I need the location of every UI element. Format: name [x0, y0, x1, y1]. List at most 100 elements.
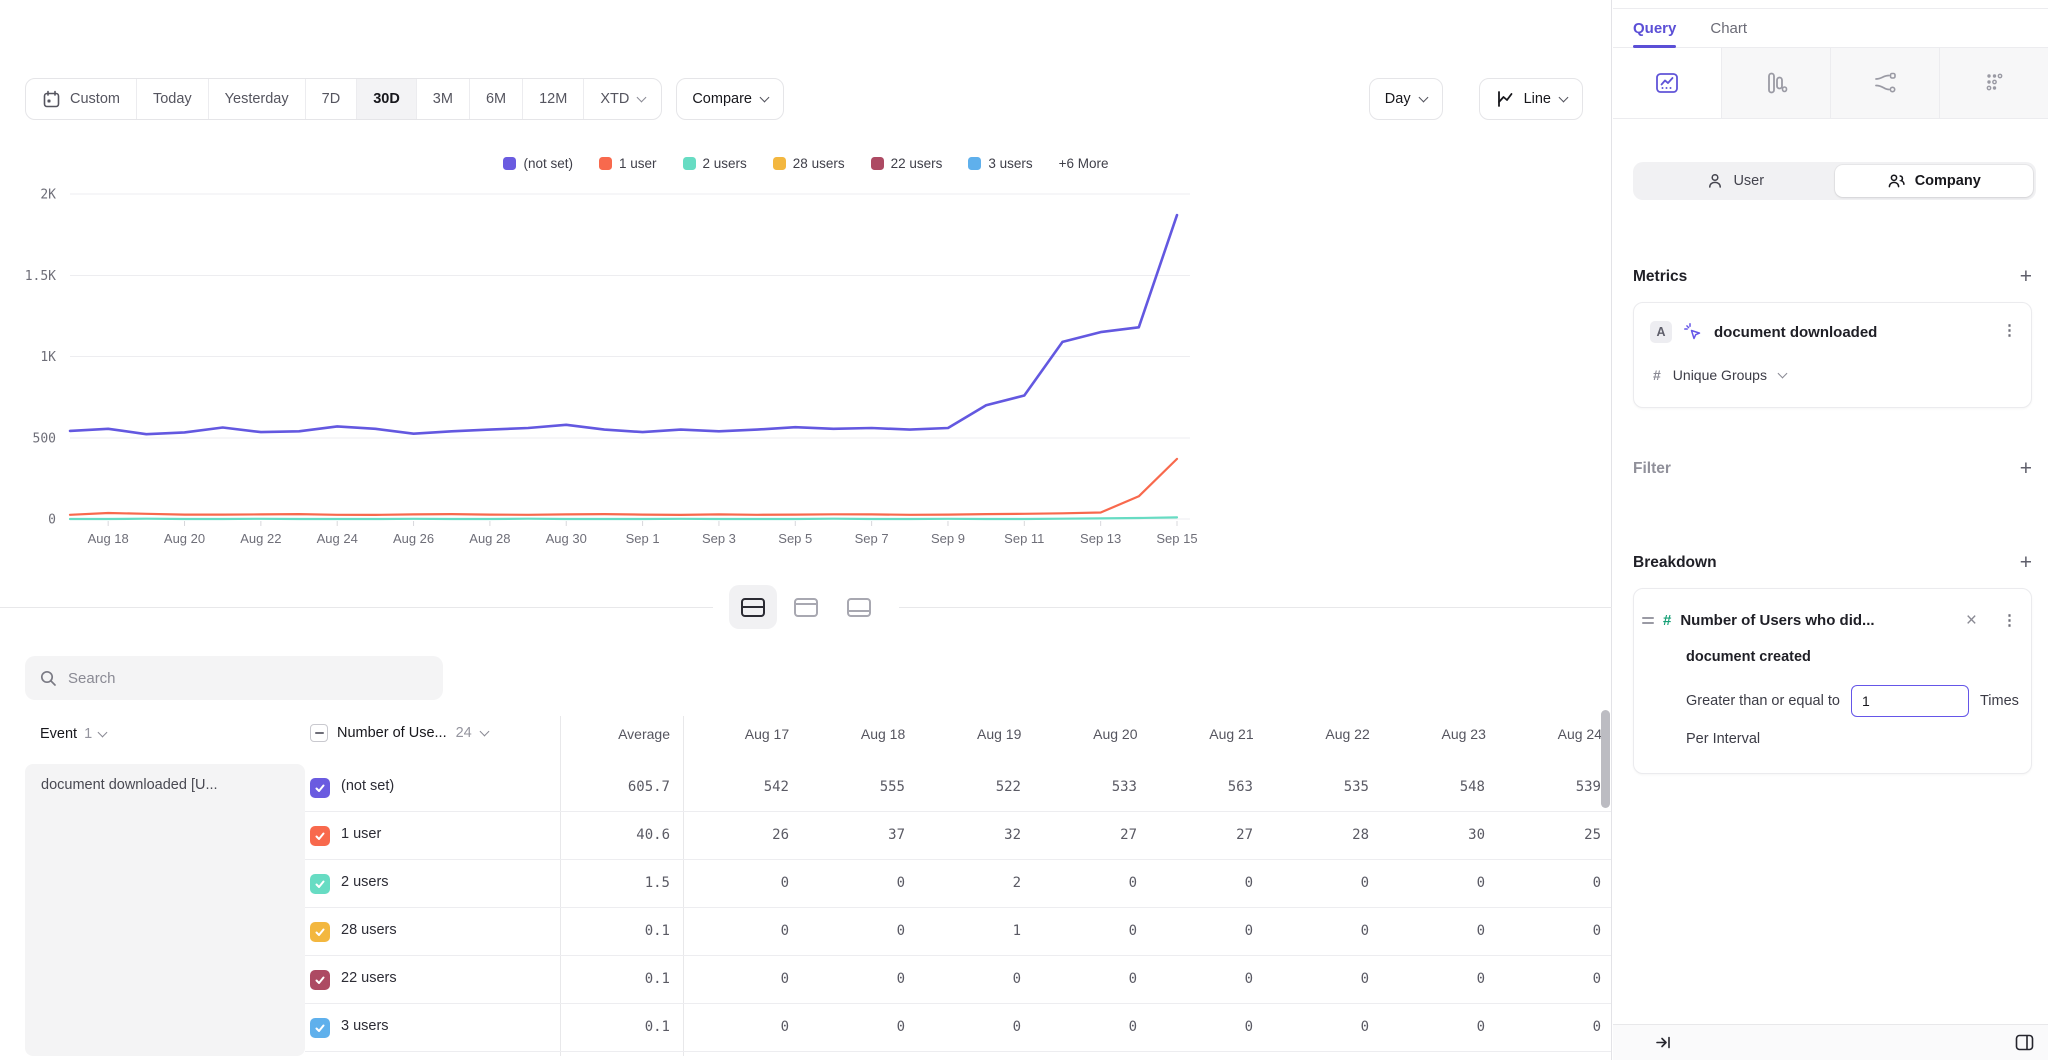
breakdown-card[interactable]: # Number of Users who did... × ⋮ documen… [1633, 588, 2032, 774]
event-name-cell[interactable]: document downloaded [U... [25, 764, 305, 1056]
date-column-header: Aug 24 [1496, 726, 1612, 742]
audience-company-segment[interactable]: Company [1835, 165, 2034, 197]
breakdown-event-name[interactable]: document created [1686, 649, 1811, 665]
per-interval-label[interactable]: Per Interval [1686, 731, 1760, 747]
audience-toggle: User Company [1633, 162, 2036, 200]
value-cell: 0 [683, 1019, 799, 1035]
range-label: Today [153, 91, 192, 107]
svg-text:Sep 11: Sep 11 [1004, 531, 1044, 546]
range-3m[interactable]: 3M [417, 79, 470, 119]
series-checkbox[interactable] [310, 970, 330, 990]
legend-item[interactable]: (not set) [503, 156, 573, 171]
legend-label: (not set) [523, 156, 573, 171]
layout-split-button[interactable] [729, 585, 777, 629]
toggle-sidebar-icon[interactable] [2015, 1034, 2034, 1051]
legend-label: 28 users [793, 156, 845, 171]
svg-text:Aug 24: Aug 24 [317, 531, 358, 546]
series-checkbox[interactable] [310, 922, 330, 942]
row-values: 2637322727283025 [683, 827, 1611, 843]
metric-event-name: document downloaded [1714, 324, 1877, 341]
legend-item[interactable]: 2 users [683, 156, 747, 171]
range-xtd[interactable]: XTD [584, 79, 661, 119]
value-cell: 0 [683, 875, 799, 891]
condition-label[interactable]: Greater than or equal to [1686, 693, 1840, 709]
range-label: 6M [486, 91, 506, 107]
svg-text:500: 500 [33, 431, 56, 446]
chevron-down-icon [479, 726, 489, 736]
drag-handle-icon[interactable] [1642, 617, 1654, 623]
table-header: Event 1 Number of Use... 24 Average Aug … [0, 716, 1612, 756]
audience-user-segment[interactable]: User [1636, 165, 1835, 197]
legend-label: 22 users [891, 156, 943, 171]
value-cell: 0 [1147, 875, 1263, 891]
series-checkbox[interactable] [310, 778, 330, 798]
metric-menu-icon[interactable]: ⋮ [2002, 323, 2017, 338]
collapse-panel-icon[interactable] [1655, 1034, 1672, 1051]
chart-type-label: Line [1524, 91, 1551, 107]
value-cell: 535 [1263, 779, 1379, 795]
row-values: 542555522533563535548539 [683, 779, 1611, 795]
chart-type-flow-button[interactable] [1831, 48, 1940, 118]
metric-aggregation[interactable]: # Unique Groups [1653, 367, 1786, 383]
legend-item[interactable]: 22 users [871, 156, 943, 171]
vertical-scrollbar[interactable] [1601, 710, 1610, 808]
chevron-down-icon [1418, 92, 1428, 102]
add-filter-button[interactable]: + [2020, 458, 2032, 479]
value-cell: 28 [1263, 827, 1379, 843]
range-custom[interactable]: Custom [26, 79, 137, 119]
chart-type-scatter-button[interactable] [1940, 48, 2048, 118]
legend-swatch [599, 157, 612, 170]
range-yesterday[interactable]: Yesterday [209, 79, 306, 119]
breakdown-menu-icon[interactable]: ⋮ [2002, 613, 2017, 628]
add-metric-button[interactable]: + [2020, 266, 2032, 287]
metric-card[interactable]: A document downloaded ⋮ # Unique Groups [1633, 302, 2032, 408]
range-label: 7D [322, 91, 341, 107]
legend-more-button[interactable]: +6 More [1059, 156, 1109, 171]
compare-button[interactable]: Compare [676, 78, 784, 120]
search-box[interactable] [25, 656, 443, 700]
svg-text:Sep 9: Sep 9 [931, 531, 965, 546]
select-all-checkbox[interactable] [310, 724, 328, 742]
legend-item[interactable]: 28 users [773, 156, 845, 171]
chart-type-line-button[interactable] [1613, 48, 1722, 118]
group-column-header[interactable]: Number of Use... 24 [310, 724, 488, 742]
chart-type-button[interactable]: Line [1479, 78, 1583, 120]
range-7d[interactable]: 7D [306, 79, 358, 119]
top-panel-icon [794, 598, 818, 617]
range-12m[interactable]: 12M [523, 79, 584, 119]
range-6m[interactable]: 6M [470, 79, 523, 119]
layout-chart-only-button[interactable] [782, 585, 830, 629]
table-rows: (not set)605.75425555225335635355485391 … [305, 764, 1611, 1052]
event-column-header[interactable]: Event 1 [40, 726, 106, 742]
tab-chart[interactable]: Chart [1710, 9, 1747, 47]
tab-query[interactable]: Query [1633, 9, 1676, 47]
range-30d[interactable]: 30D [357, 79, 417, 119]
svg-text:Aug 18: Aug 18 [88, 531, 129, 546]
value-cell: 0 [1263, 923, 1379, 939]
condition-value-input[interactable] [1851, 685, 1969, 717]
value-cell: 0 [915, 1019, 1031, 1035]
panel-tabs: Query Chart [1613, 8, 2048, 48]
legend-item[interactable]: 3 users [968, 156, 1032, 171]
add-breakdown-button[interactable]: + [2020, 552, 2032, 573]
range-today[interactable]: Today [137, 79, 209, 119]
line-chart: 05001K1.5K2KAug 18Aug 20Aug 22Aug 24Aug … [25, 183, 1200, 555]
series-checkbox[interactable] [310, 874, 330, 894]
search-input[interactable] [68, 670, 429, 687]
average-cell: 0.1 [560, 923, 683, 939]
interval-button[interactable]: Day [1369, 78, 1443, 120]
layout-table-only-button[interactable] [835, 585, 883, 629]
table-row: 3 users0.100000000 [305, 1004, 1611, 1052]
chevron-down-icon [760, 92, 770, 102]
chart-type-bar-button[interactable] [1722, 48, 1831, 118]
close-icon[interactable]: × [1966, 611, 1977, 630]
value-cell: 0 [1495, 923, 1611, 939]
svg-text:Aug 22: Aug 22 [240, 531, 281, 546]
series-checkbox[interactable] [310, 826, 330, 846]
value-cell: 1 [915, 923, 1031, 939]
legend-item[interactable]: 1 user [599, 156, 657, 171]
breakdown-section-header: Breakdown + [1633, 552, 2032, 573]
series-checkbox[interactable] [310, 1018, 330, 1038]
breakdown-title: Breakdown [1633, 554, 1717, 572]
legend-label: 3 users [988, 156, 1032, 171]
